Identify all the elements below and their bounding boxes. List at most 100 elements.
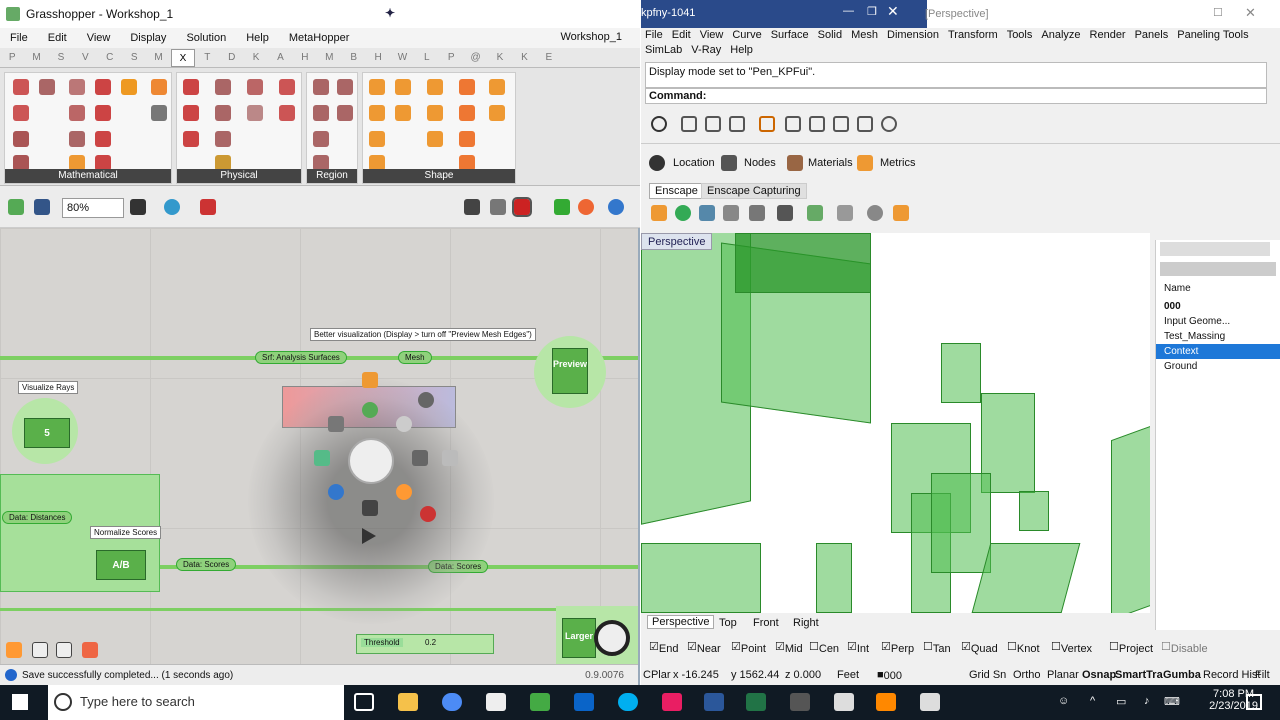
component-icon[interactable] (121, 79, 137, 95)
component-icon[interactable] (395, 79, 411, 95)
enscape-start-icon[interactable] (651, 205, 667, 221)
component-icon[interactable] (69, 131, 85, 147)
gh-tab[interactable]: P (0, 52, 24, 63)
viewport-label[interactable]: Perspective (641, 233, 713, 250)
layers-toolbar[interactable] (1160, 262, 1276, 276)
rh-menu-panels[interactable]: Panels (1135, 29, 1169, 41)
osnap-vertex[interactable]: ☐ Vertex (1051, 640, 1092, 655)
layer-row[interactable]: 000 (1156, 299, 1280, 314)
chrome-icon[interactable] (442, 693, 462, 711)
radial-search-icon[interactable] (328, 484, 344, 500)
tool-icon[interactable] (699, 205, 715, 221)
gh-tab-active[interactable]: X (170, 48, 196, 67)
camera-icon[interactable] (749, 205, 765, 221)
tool-icon[interactable] (6, 642, 22, 658)
radial-plugin-icon[interactable] (362, 402, 378, 418)
chat-icon[interactable] (867, 205, 883, 221)
osnap-quad[interactable]: ☑ Quad (961, 640, 998, 655)
rh-menu-analyze[interactable]: Analyze (1041, 29, 1080, 41)
threshold-slider[interactable]: Threshold 0.2 (356, 634, 494, 654)
osnap-project[interactable]: ☐ Project (1109, 640, 1153, 655)
component-icon[interactable] (95, 79, 111, 95)
command-line-input[interactable]: Command: (645, 88, 1267, 104)
component-icon[interactable] (279, 79, 295, 95)
gh-tab[interactable]: S (122, 52, 146, 63)
status-layer[interactable]: ■ 000 (877, 669, 902, 682)
tray-chevron-icon[interactable]: ^ (1090, 695, 1095, 707)
osnap-int[interactable]: ☑ Int (847, 640, 869, 655)
gh-menu-solution[interactable]: Solution (176, 32, 236, 44)
layer-row[interactable]: Test_Massing (1156, 329, 1280, 344)
info-icon[interactable] (893, 205, 909, 221)
rh-menu-tools[interactable]: Tools (1007, 29, 1033, 41)
param-data-scores[interactable]: Data: Scores (176, 558, 237, 571)
status-record-history[interactable]: Record Hist (1203, 669, 1260, 681)
note-visualization[interactable]: Better visualization (Display > turn off… (310, 328, 536, 341)
notification-icon[interactable] (1246, 694, 1262, 710)
rh-menu-help[interactable]: Help (730, 44, 753, 56)
component-icon[interactable] (489, 79, 505, 95)
component-icon[interactable] (427, 105, 443, 121)
component-icon[interactable] (151, 79, 167, 95)
view-tab-perspective[interactable]: Perspective (647, 615, 715, 629)
excel-icon[interactable] (746, 693, 766, 711)
radial-helmet-icon[interactable] (418, 392, 434, 408)
osnap-cen[interactable]: ☐ Cen (809, 640, 839, 655)
radial-menu-center[interactable] (348, 438, 394, 484)
osnap-end[interactable]: ☑ End (649, 640, 678, 655)
view-tab-front[interactable]: Front (753, 617, 779, 629)
param-mesh[interactable]: Mesh (398, 351, 432, 364)
minimize-icon[interactable]: — (843, 5, 854, 17)
maximize-icon[interactable]: ☐ (1213, 6, 1223, 19)
note-normalize-scores[interactable]: Normalize Scores (90, 526, 162, 539)
tool-icon[interactable] (777, 205, 793, 221)
gh-tab[interactable]: H (366, 52, 390, 63)
settings-icon[interactable] (837, 205, 853, 221)
view-tab-right[interactable]: Right (793, 617, 819, 629)
sync-icon[interactable] (675, 205, 691, 221)
windows-start-icon[interactable] (12, 694, 28, 710)
restore-icon[interactable]: ❐ (867, 5, 877, 18)
rhino-icon[interactable] (834, 693, 854, 711)
close-icon[interactable]: ✕ (1245, 5, 1256, 21)
zoom-extents-icon[interactable] (130, 199, 146, 215)
param-data-distances[interactable]: Data: Distances (2, 511, 73, 524)
display-mode-icon[interactable] (490, 199, 506, 215)
component-icon[interactable] (369, 131, 385, 147)
tool-icon[interactable] (705, 116, 721, 132)
add-icon[interactable] (32, 642, 48, 658)
layer-row[interactable]: Ground (1156, 359, 1280, 374)
component-icon[interactable] (313, 105, 329, 121)
app-icon[interactable] (920, 693, 940, 711)
gh-tab[interactable]: @ (463, 52, 487, 63)
rh-menu-dimension[interactable]: Dimension (887, 29, 939, 41)
gh-tab[interactable]: A (268, 52, 292, 63)
gh-menu-help[interactable]: Help (236, 32, 279, 44)
gh-tab[interactable]: W (390, 52, 414, 63)
component-icon[interactable] (215, 105, 231, 121)
gh-document-name[interactable]: Workshop_1 (550, 31, 632, 43)
sublime-icon[interactable] (876, 693, 896, 711)
hand-icon[interactable] (82, 642, 98, 658)
radial-settings-icon[interactable] (328, 416, 344, 432)
tool-icon[interactable] (857, 116, 873, 132)
rh-menu-mesh[interactable]: Mesh (851, 29, 878, 41)
view-tab-top[interactable]: Top (719, 617, 737, 629)
sphere-icon[interactable] (608, 199, 624, 215)
component-icon[interactable] (247, 79, 263, 95)
osnap-disable[interactable]: ☐ Disable (1161, 640, 1208, 655)
component-icon[interactable] (13, 131, 29, 147)
gh-menu-display[interactable]: Display (120, 32, 176, 44)
component-icon[interactable] (279, 105, 295, 121)
save-icon[interactable] (34, 199, 50, 215)
gh-menu-metahopper[interactable]: MetaHopper (279, 32, 360, 44)
gh-menu-edit[interactable]: Edit (38, 32, 77, 44)
radial-device-icon[interactable] (442, 450, 458, 466)
dial-icon[interactable] (594, 620, 630, 656)
gh-tab[interactable]: K (512, 52, 536, 63)
component-icon[interactable] (215, 79, 231, 95)
rh-menu-vray[interactable]: V-Ray (691, 44, 721, 56)
task-view-icon[interactable] (354, 693, 374, 711)
rh-menu-solid[interactable]: Solid (818, 29, 842, 41)
osnap-mid[interactable]: ☑ Mid (775, 640, 803, 655)
